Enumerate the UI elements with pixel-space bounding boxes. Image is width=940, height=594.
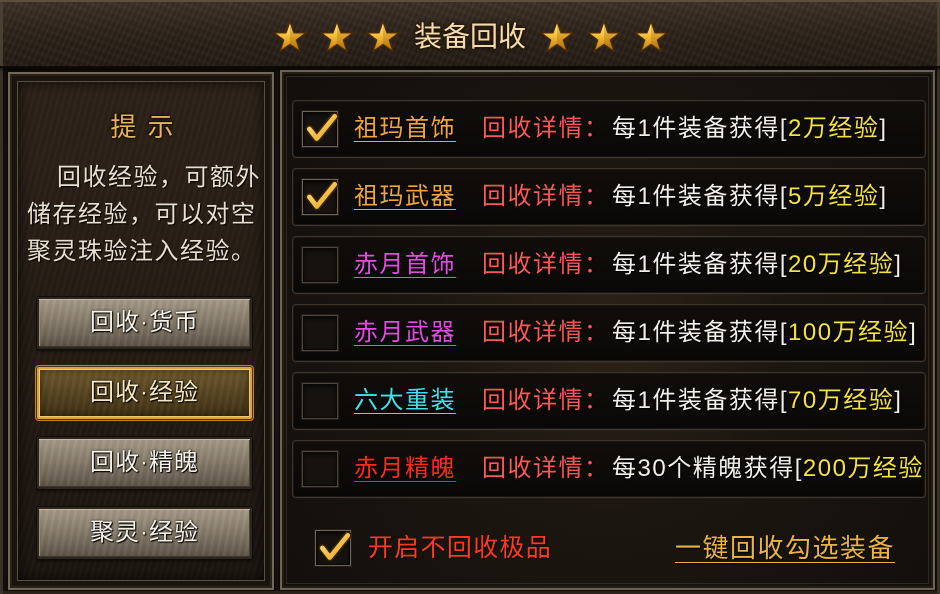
star-icon xyxy=(540,20,574,53)
checkmark-icon xyxy=(315,529,353,567)
star-icon xyxy=(587,20,621,53)
menu-button-label: 回收·货币 xyxy=(90,309,199,336)
item-name-link[interactable]: 祖玛武器 xyxy=(354,169,456,225)
recycle-row: 赤月首饰 回收详情： 每1件装备获得[20万经验] xyxy=(292,236,926,294)
menu-button-label: 回收·精魄 xyxy=(90,449,199,476)
equipment-recycle-window: 装备回收 提 示 回收经验，可额外 储存经验，可以对空 聚灵珠验注入经验。 回收… xyxy=(0,0,940,594)
reward-suffix: ] xyxy=(879,183,888,210)
recycle-row: 祖玛首饰 回收详情： 每1件装备获得[2万经验] xyxy=(292,100,926,158)
row-checkbox[interactable] xyxy=(302,315,338,351)
tips-text-line: 储存经验，可以对空 xyxy=(27,201,257,228)
reward-text: 每1件装备获得[100万经验] xyxy=(612,305,917,361)
window-header: 装备回收 xyxy=(0,0,940,68)
tips-title: 提 示 xyxy=(110,112,176,142)
reward-prefix: 每30个精魄获得[ xyxy=(612,455,803,482)
reward-text: 每1件装备获得[2万经验] xyxy=(612,101,888,157)
reward-prefix: 每1件装备获得[ xyxy=(612,183,789,210)
row-checkbox[interactable] xyxy=(302,179,338,215)
item-name-link[interactable]: 赤月首饰 xyxy=(354,237,456,293)
detail-label: 回收详情： xyxy=(482,183,610,210)
reward-value: 2万经验 xyxy=(788,115,880,142)
reward-prefix: 每1件装备获得[ xyxy=(612,251,789,278)
reward-value: 70万经验 xyxy=(788,387,895,414)
menu-button-gather-spirit-experience[interactable]: 聚灵·经验 xyxy=(37,507,252,559)
item-name-link[interactable]: 祖玛首饰 xyxy=(354,101,456,157)
left-panel: 提 示 回收经验，可额外 储存经验，可以对空 聚灵珠验注入经验。 回收·货币 回… xyxy=(8,72,274,590)
star-icon xyxy=(634,20,668,53)
row-checkbox[interactable] xyxy=(302,451,338,487)
reward-suffix: ] xyxy=(894,251,903,278)
menu-button-recycle-currency[interactable]: 回收·货币 xyxy=(37,297,252,349)
recycle-row: 六大重装 回收详情： 每1件装备获得[70万经验] xyxy=(292,372,926,430)
window-title: 装备回收 xyxy=(413,21,526,52)
reward-text: 每1件装备获得[20万经验] xyxy=(612,237,902,293)
reward-suffix: ] xyxy=(894,387,903,414)
recycle-all-button[interactable]: 一键回收勾选装备 xyxy=(675,530,895,566)
detail-label: 回收详情： xyxy=(482,319,610,346)
item-name-link[interactable]: 赤月精魄 xyxy=(354,441,456,497)
menu-button-label: 回收·经验 xyxy=(90,379,199,406)
reward-value: 5万经验 xyxy=(788,183,880,210)
menu-button-recycle-essence[interactable]: 回收·精魄 xyxy=(37,437,252,489)
menu-button-label: 聚灵·经验 xyxy=(90,519,199,546)
reward-value: 20万经验 xyxy=(788,251,895,278)
reward-value: 100万经验 xyxy=(788,319,910,346)
reward-text: 每1件装备获得[70万经验] xyxy=(612,373,902,429)
reward-suffix: ] xyxy=(909,319,918,346)
keep-rare-checkbox[interactable] xyxy=(315,530,351,566)
recycle-row: 赤月武器 回收详情： 每1件装备获得[100万经验] xyxy=(292,304,926,362)
checkmark-icon xyxy=(302,178,340,216)
item-name-link[interactable]: 赤月武器 xyxy=(354,305,456,361)
detail-label: 回收详情： xyxy=(482,115,610,142)
keep-rare-label: 开启不回收极品 xyxy=(368,534,553,562)
row-checkbox[interactable] xyxy=(302,383,338,419)
tips-text-line: 回收经验，可额外 xyxy=(57,164,261,191)
detail-label: 回收详情： xyxy=(482,387,610,414)
detail-label: 回收详情： xyxy=(482,251,610,278)
reward-prefix: 每1件装备获得[ xyxy=(612,319,789,346)
reward-suffix: ] xyxy=(879,115,888,142)
reward-text: 每30个精魄获得[200万经验 xyxy=(612,441,924,497)
reward-value: 200万经验 xyxy=(802,455,924,482)
recycle-list-panel: 祖玛首饰 回收详情： 每1件装备获得[2万经验] 祖玛武器 回收详情： 每1件装… xyxy=(280,70,935,590)
recycle-row: 赤月精魄 回收详情： 每30个精魄获得[200万经验 xyxy=(292,440,926,498)
reward-prefix: 每1件装备获得[ xyxy=(612,387,789,414)
reward-text: 每1件装备获得[5万经验] xyxy=(612,169,888,225)
recycle-row: 祖玛武器 回收详情： 每1件装备获得[5万经验] xyxy=(292,168,926,226)
reward-prefix: 每1件装备获得[ xyxy=(612,115,789,142)
row-checkbox[interactable] xyxy=(302,111,338,147)
menu-button-recycle-experience[interactable]: 回收·经验 xyxy=(37,367,252,419)
item-name-link[interactable]: 六大重装 xyxy=(354,373,456,429)
detail-label: 回收详情： xyxy=(482,455,610,482)
tips-text-line: 聚灵珠验注入经验。 xyxy=(27,238,257,265)
checkmark-icon xyxy=(302,110,340,148)
row-checkbox[interactable] xyxy=(302,247,338,283)
